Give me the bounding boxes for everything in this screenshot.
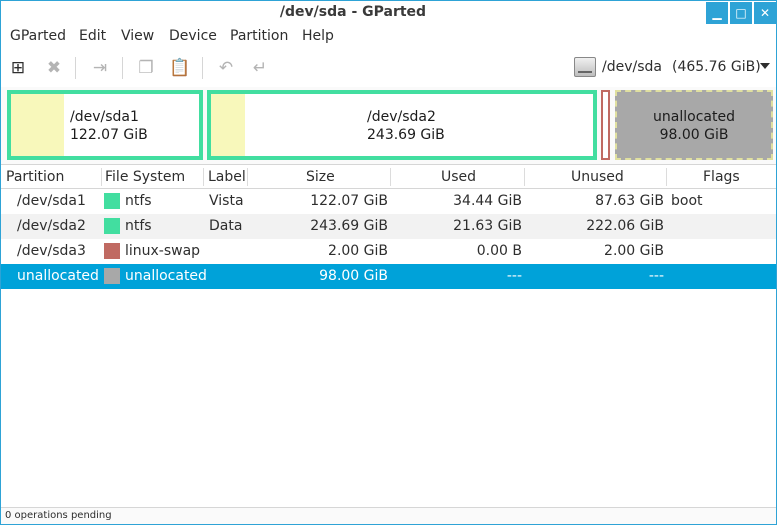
new-partition-icon[interactable]: ⊞	[7, 57, 29, 79]
diskmap-partition-sda1[interactable]: /dev/sda1 122.07 GiB	[7, 90, 203, 160]
title-bar[interactable]: /dev/sda - GParted ▁ □ ✕	[1, 1, 776, 25]
cell-filesystem: unallocated	[125, 268, 207, 284]
device-selector[interactable]: /dev/sda (465.76 GiB)	[574, 52, 776, 82]
column-header-filesystem[interactable]: File System	[105, 169, 185, 185]
table-row[interactable]: /dev/sda3 linux-swap 2.00 GiB 0.00 B 2.0…	[1, 239, 776, 264]
cell-filesystem: linux-swap	[125, 243, 201, 259]
toolbar-separator	[122, 57, 123, 79]
menu-help[interactable]: Help	[302, 28, 334, 44]
partition-name: /dev/sda1	[70, 109, 139, 125]
cell-size: 122.07 GiB	[310, 193, 388, 209]
minimize-button[interactable]: ▁	[706, 2, 728, 24]
window-title: /dev/sda - GParted	[279, 4, 427, 20]
column-header-flags[interactable]: Flags	[703, 169, 740, 185]
menu-view[interactable]: View	[121, 28, 154, 44]
menu-gparted[interactable]: GParted	[10, 28, 66, 44]
used-space-bar	[11, 94, 64, 156]
menu-device[interactable]: Device	[169, 28, 217, 44]
status-text: 0 operations pending	[5, 510, 112, 521]
cell-label: Data	[209, 218, 243, 234]
cell-used: 34.44 GiB	[453, 193, 522, 209]
copy-icon[interactable]: ❐	[135, 57, 157, 79]
maximize-button[interactable]: □	[730, 2, 752, 24]
cell-partition: unallocated	[17, 268, 99, 284]
table-header: Partition File System Label Size Used Un…	[1, 165, 776, 189]
status-bar: 0 operations pending	[1, 507, 776, 524]
diskmap-partition-sda3[interactable]	[601, 90, 610, 160]
filesystem-color-swatch	[104, 268, 120, 284]
cell-unused: ---	[648, 268, 664, 284]
cell-filesystem: ntfs	[125, 218, 152, 234]
cell-filesystem: ntfs	[125, 193, 152, 209]
cell-used: ---	[506, 268, 522, 284]
cell-partition: /dev/sda3	[17, 243, 86, 259]
cell-unused: 222.06 GiB	[586, 218, 664, 234]
filesystem-color-swatch	[104, 193, 120, 209]
diskmap-unallocated[interactable]: unallocated 98.00 GiB	[615, 90, 773, 160]
cell-size: 243.69 GiB	[310, 218, 388, 234]
cell-unused: 2.00 GiB	[604, 243, 664, 259]
undo-icon[interactable]: ↶	[215, 57, 237, 79]
delete-icon[interactable]: ✖	[43, 57, 65, 79]
paste-icon[interactable]: 📋	[169, 57, 191, 79]
chevron-down-icon	[760, 63, 770, 69]
diskmap-partition-sda2[interactable]: /dev/sda2 243.69 GiB	[207, 90, 597, 160]
used-space-bar	[211, 94, 245, 156]
gparted-window: /dev/sda - GParted ▁ □ ✕ GParted Edit Vi…	[0, 0, 777, 525]
table-row[interactable]: /dev/sda2 ntfs Data 243.69 GiB 21.63 GiB…	[1, 214, 776, 239]
cell-flags: boot	[671, 193, 703, 209]
partition-size: 243.69 GiB	[367, 127, 445, 143]
menu-bar: GParted Edit View Device Partition Help	[1, 25, 776, 49]
close-button[interactable]: ✕	[754, 2, 776, 24]
column-header-label[interactable]: Label	[208, 169, 246, 185]
column-header-partition[interactable]: Partition	[6, 169, 64, 185]
menu-partition[interactable]: Partition	[230, 28, 288, 44]
resize-move-icon[interactable]: ⇥	[89, 57, 111, 79]
disk-map: /dev/sda1 122.07 GiB /dev/sda2 243.69 Gi…	[1, 87, 776, 163]
hard-disk-icon	[574, 57, 596, 77]
apply-icon[interactable]: ↵	[249, 57, 271, 79]
cell-size: 98.00 GiB	[319, 268, 388, 284]
toolbar: ⊞ ✖ ⇥ ❐ 📋 ↶ ↵ /dev/sda (465.76 GiB)	[1, 49, 776, 87]
cell-partition: /dev/sda1	[17, 193, 86, 209]
cell-size: 2.00 GiB	[328, 243, 388, 259]
toolbar-separator	[75, 57, 76, 79]
unallocated-name: unallocated	[653, 109, 735, 125]
cell-used: 0.00 B	[476, 243, 522, 259]
device-name: /dev/sda	[602, 59, 662, 75]
table-row-selected[interactable]: unallocated unallocated 98.00 GiB --- --…	[1, 264, 776, 289]
column-header-used[interactable]: Used	[441, 169, 476, 185]
filesystem-color-swatch	[104, 218, 120, 234]
cell-used: 21.63 GiB	[453, 218, 522, 234]
toolbar-separator	[202, 57, 203, 79]
menu-edit[interactable]: Edit	[79, 28, 106, 44]
filesystem-color-swatch	[104, 243, 120, 259]
unallocated-size: 98.00 GiB	[659, 127, 729, 143]
table-row[interactable]: /dev/sda1 ntfs Vista 122.07 GiB 34.44 Gi…	[1, 189, 776, 214]
cell-unused: 87.63 GiB	[595, 193, 664, 209]
column-header-unused[interactable]: Unused	[571, 169, 624, 185]
partition-size: 122.07 GiB	[70, 127, 148, 143]
cell-partition: /dev/sda2	[17, 218, 86, 234]
partition-name: /dev/sda2	[367, 109, 436, 125]
device-size: (465.76 GiB)	[671, 59, 761, 75]
cell-label: Vista	[209, 193, 244, 209]
partition-table: Partition File System Label Size Used Un…	[1, 164, 776, 507]
column-header-size[interactable]: Size	[306, 169, 335, 185]
